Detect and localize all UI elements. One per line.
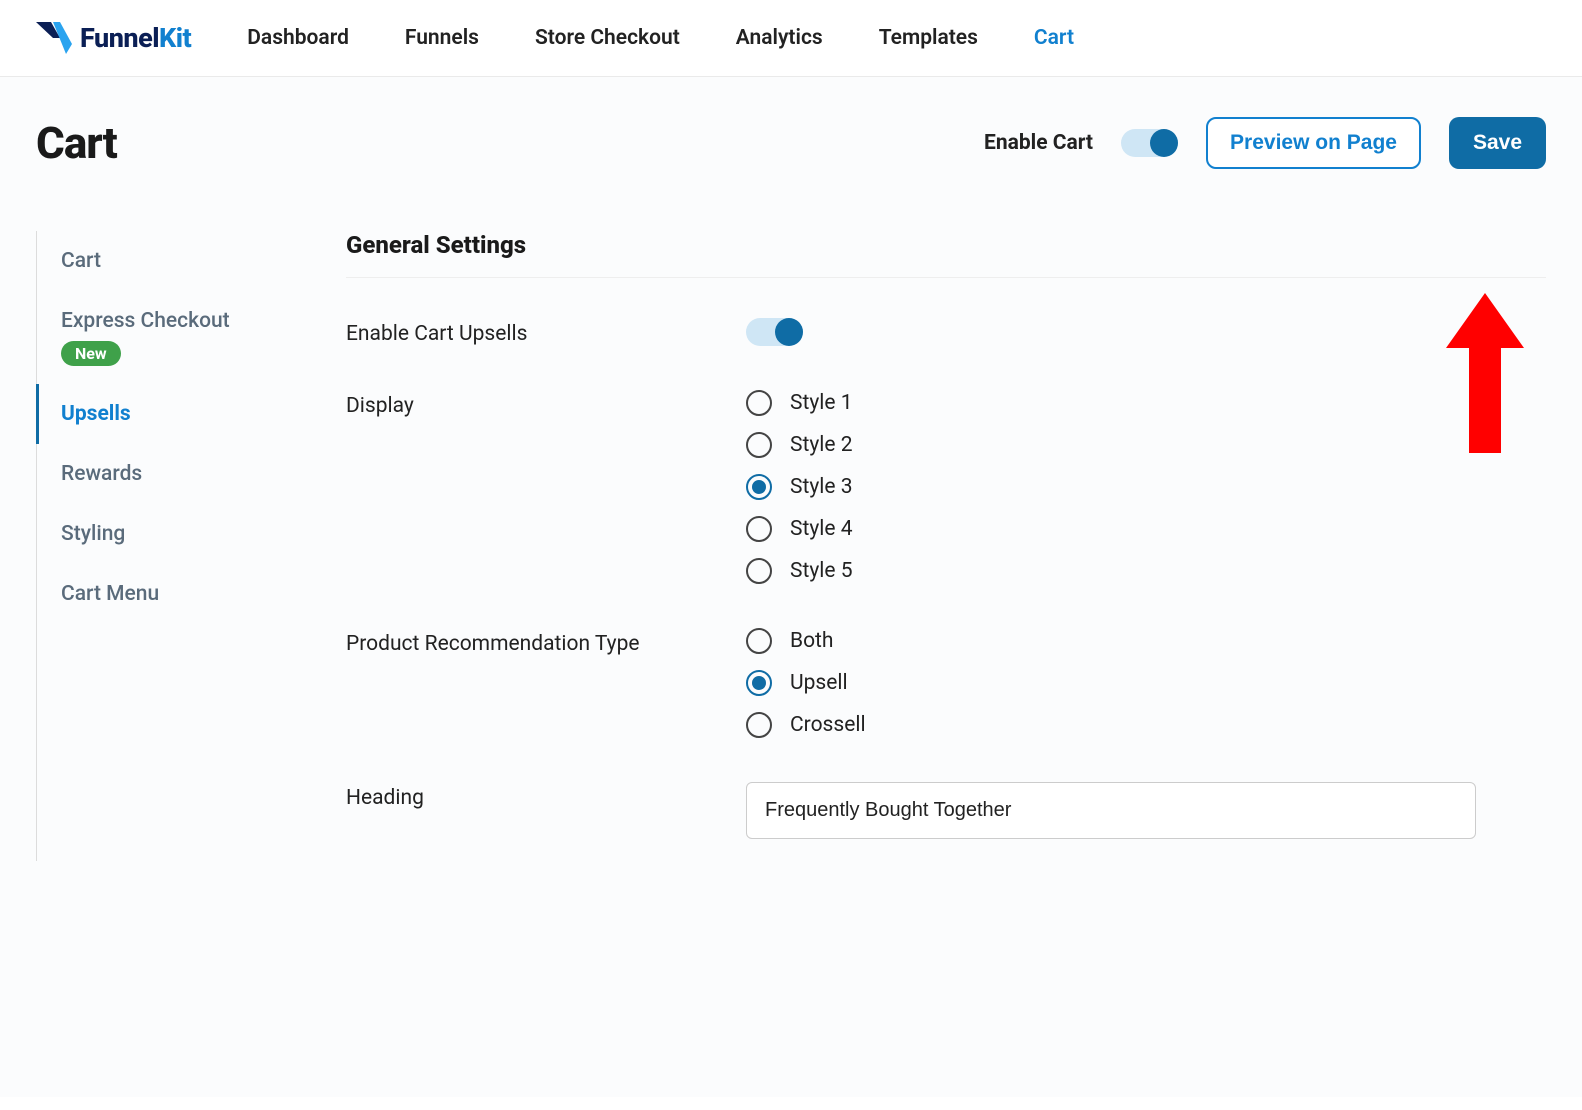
heading-input[interactable]: [746, 782, 1476, 839]
new-badge: New: [61, 341, 121, 366]
enable-upsells-toggle[interactable]: [746, 318, 803, 346]
logo-text: FunnelKit: [80, 22, 191, 54]
nav-item-cart[interactable]: Cart: [1034, 26, 1074, 50]
sidebar-item-upsells[interactable]: Upsells: [37, 384, 296, 444]
sidebar-item-label: Upsells: [61, 402, 296, 426]
recommendation-type-label: Product Recommendation Type: [346, 628, 746, 656]
radio-label: Upsell: [790, 671, 848, 695]
nav-item-funnels[interactable]: Funnels: [405, 26, 479, 50]
radio-label: Style 3: [790, 475, 853, 499]
page-header: Cart Enable Cart Preview on Page Save: [36, 117, 1546, 169]
settings-panel: General Settings Enable Cart Upsells Dis…: [346, 231, 1546, 861]
radio-icon: [746, 628, 772, 654]
sidebar-item-express-checkout[interactable]: Express Checkout New: [37, 291, 296, 384]
nav-item-dashboard[interactable]: Dashboard: [247, 26, 349, 50]
radio-icon: [746, 432, 772, 458]
radio-icon: [746, 390, 772, 416]
top-nav: FunnelKit Dashboard Funnels Store Checkout…: [0, 0, 1582, 77]
radio-label: Both: [790, 629, 834, 653]
display-option-style-1[interactable]: Style 1: [746, 390, 1546, 416]
radio-icon: [746, 712, 772, 738]
display-option-style-5[interactable]: Style 5: [746, 558, 1546, 584]
row-display: Display Style 1Style 2Style 3Style 4Styl…: [346, 368, 1546, 606]
nav-items: Dashboard Funnels Store Checkout Analytics T…: [247, 26, 1074, 50]
logo-mark-icon: [36, 22, 74, 54]
radio-icon: [746, 474, 772, 500]
display-option-style-2[interactable]: Style 2: [746, 432, 1546, 458]
radio-icon: [746, 516, 772, 542]
sidebar-item-label: Rewards: [61, 462, 296, 486]
save-button[interactable]: Save: [1449, 117, 1546, 169]
row-heading: Heading: [346, 760, 1546, 861]
radio-label: Style 5: [790, 559, 853, 583]
section-title: General Settings: [346, 231, 1546, 278]
radio-label: Style 4: [790, 517, 853, 541]
sidebar-item-label: Styling: [61, 522, 296, 546]
enable-cart-label: Enable Cart: [984, 131, 1093, 155]
sidebar-item-rewards[interactable]: Rewards: [37, 444, 296, 504]
preview-on-page-button[interactable]: Preview on Page: [1206, 117, 1421, 169]
sidebar-item-styling[interactable]: Styling: [37, 504, 296, 564]
heading-label: Heading: [346, 782, 746, 810]
radio-label: Crossell: [790, 713, 866, 737]
settings-sidebar: Cart Express Checkout New Upsells Rewards Sty…: [36, 231, 296, 861]
display-label: Display: [346, 390, 746, 418]
radio-label: Style 1: [790, 391, 853, 415]
page-title: Cart: [36, 117, 117, 169]
content: Cart Express Checkout New Upsells Rewards Sty…: [36, 231, 1546, 861]
recommendation-type-option-upsell[interactable]: Upsell: [746, 670, 1546, 696]
enable-cart-toggle[interactable]: [1121, 129, 1178, 157]
sidebar-item-cart-menu[interactable]: Cart Menu: [37, 564, 296, 624]
sidebar-item-cart[interactable]: Cart: [37, 231, 296, 291]
radio-icon: [746, 670, 772, 696]
row-recommendation-type: Product Recommendation Type Both Upsell Cr…: [346, 606, 1546, 760]
recommendation-type-radio-group: Both Upsell Crossell: [746, 628, 1546, 738]
nav-item-store-checkout[interactable]: Store Checkout: [535, 26, 680, 50]
radio-icon: [746, 558, 772, 584]
display-radio-group: Style 1 Style 2 Style 3 Style 4 Style 5: [746, 390, 1546, 584]
enable-upsells-label: Enable Cart Upsells: [346, 318, 746, 346]
sidebar-item-label: Cart Menu: [61, 582, 296, 606]
logo[interactable]: FunnelKit: [36, 22, 191, 54]
recommendation-type-option-both[interactable]: Both: [746, 628, 1546, 654]
radio-label: Style 2: [790, 433, 853, 457]
header-actions: Enable Cart Preview on Page Save: [984, 117, 1546, 169]
page: Cart Enable Cart Preview on Page Save Ca…: [0, 77, 1582, 1097]
nav-item-templates[interactable]: Templates: [879, 26, 978, 50]
recommendation-type-option-crossell[interactable]: Crossell: [746, 712, 1546, 738]
nav-item-analytics[interactable]: Analytics: [736, 26, 823, 50]
row-enable-upsells: Enable Cart Upsells: [346, 296, 1546, 368]
display-option-style-4[interactable]: Style 4: [746, 516, 1546, 542]
sidebar-item-label: Cart: [61, 249, 296, 273]
display-option-style-3[interactable]: Style 3: [746, 474, 1546, 500]
sidebar-item-label: Express Checkout: [61, 309, 296, 333]
